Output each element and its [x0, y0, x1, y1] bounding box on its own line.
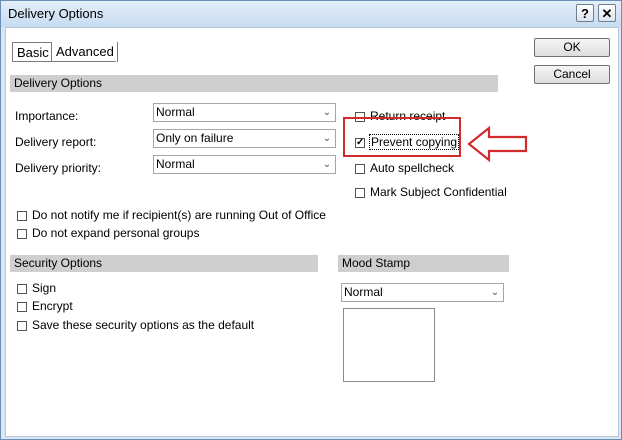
delivery-report-select[interactable]: Only on failure ⌄	[153, 129, 336, 148]
mood-stamp-preview	[343, 308, 435, 382]
do-not-expand-groups-label: Do not expand personal groups	[32, 226, 200, 240]
save-security-default-label: Save these security options as the defau…	[32, 318, 255, 332]
do-not-notify-ooo-checkbox[interactable]	[17, 211, 27, 221]
tab-basic[interactable]: Basic	[12, 42, 52, 62]
close-icon: ✕	[601, 6, 613, 21]
encrypt-checkbox[interactable]	[17, 302, 27, 312]
tab-underline	[12, 61, 116, 62]
annotation-highlight-box	[343, 117, 461, 157]
auto-spellcheck-checkbox[interactable]	[355, 164, 365, 174]
chevron-down-icon: ⌄	[322, 107, 332, 118]
security-options-header: Security Options	[10, 255, 318, 272]
delivery-options-dialog: Delivery Options ? ✕ Basic Advanced OK C…	[0, 0, 622, 440]
window-title: Delivery Options	[8, 6, 104, 21]
delivery-priority-label: Delivery priority:	[15, 161, 102, 175]
encrypt-label: Encrypt	[32, 299, 73, 313]
sign-label: Sign	[32, 281, 57, 295]
mark-subject-confidential-label: Mark Subject Confidential	[370, 185, 507, 199]
chevron-down-icon: ⌄	[322, 159, 332, 170]
auto-spellcheck-label: Auto spellcheck	[370, 161, 455, 175]
mark-subject-confidential-checkbox[interactable]	[355, 188, 365, 198]
help-button[interactable]: ?	[576, 4, 594, 22]
do-not-notify-ooo-label: Do not notify me if recipient(s) are run…	[32, 208, 326, 222]
tab-advanced[interactable]: Advanced	[52, 42, 118, 62]
importance-label: Importance:	[15, 109, 79, 123]
importance-select[interactable]: Normal ⌄	[153, 103, 336, 122]
save-security-default-checkbox[interactable]	[17, 321, 27, 331]
ok-button[interactable]: OK	[534, 38, 610, 57]
delivery-options-header: Delivery Options	[10, 75, 498, 92]
mood-stamp-value: Normal	[344, 285, 383, 299]
help-icon: ?	[581, 6, 589, 21]
dialog-body: Basic Advanced OK Cancel Delivery Option…	[5, 27, 619, 437]
do-not-expand-groups-checkbox[interactable]	[17, 229, 27, 239]
mood-stamp-header: Mood Stamp	[338, 255, 509, 272]
delivery-report-label: Delivery report:	[15, 135, 97, 149]
delivery-priority-select[interactable]: Normal ⌄	[153, 155, 336, 174]
delivery-report-value: Only on failure	[156, 131, 234, 145]
importance-value: Normal	[156, 105, 195, 119]
chevron-down-icon: ⌄	[490, 287, 500, 298]
chevron-down-icon: ⌄	[322, 133, 332, 144]
cancel-button[interactable]: Cancel	[534, 65, 610, 84]
delivery-priority-value: Normal	[156, 157, 195, 171]
mood-stamp-select[interactable]: Normal ⌄	[341, 283, 504, 302]
annotation-arrow-icon	[467, 125, 528, 163]
close-button[interactable]: ✕	[598, 4, 616, 22]
title-bar[interactable]: Delivery Options ? ✕	[1, 1, 621, 27]
sign-checkbox[interactable]	[17, 284, 27, 294]
